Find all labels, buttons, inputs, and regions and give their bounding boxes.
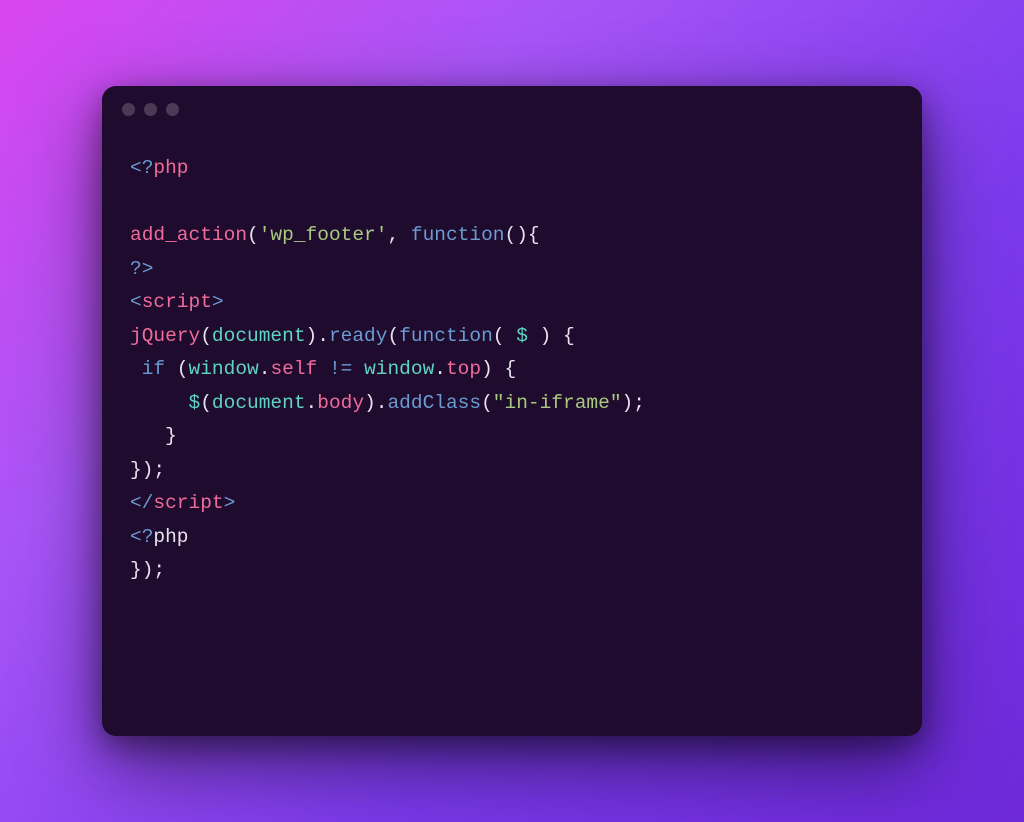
code-token: ?> (130, 258, 153, 280)
code-line (130, 186, 894, 220)
code-token: jQuery (130, 325, 200, 347)
code-token: document (212, 325, 306, 347)
code-token: self (270, 358, 317, 380)
code-token: php (153, 526, 188, 548)
traffic-light-close-icon[interactable] (122, 103, 135, 116)
code-token: script (142, 291, 212, 313)
code-window: <?php add_action('wp_footer', function()… (102, 86, 922, 736)
code-line: }); (130, 454, 894, 488)
code-token: <? (130, 526, 153, 548)
code-line: <?php (130, 521, 894, 555)
code-token: ( (493, 325, 516, 347)
code-token: 'wp_footer' (259, 224, 388, 246)
code-line: ?> (130, 253, 894, 287)
code-token: ). (364, 392, 387, 414)
code-token: function (411, 224, 505, 246)
code-token: ( (247, 224, 259, 246)
code-token: . (434, 358, 446, 380)
code-token: ); (622, 392, 645, 414)
code-token: (){ (505, 224, 540, 246)
code-token: . (259, 358, 271, 380)
code-token: function (399, 325, 493, 347)
code-token: window (364, 358, 434, 380)
code-token: . (306, 392, 318, 414)
code-line: }); (130, 554, 894, 588)
code-token: }); (130, 559, 165, 581)
code-token: ( (481, 392, 493, 414)
code-token: body (317, 392, 364, 414)
code-token: }); (130, 459, 165, 481)
code-token: </ (130, 492, 153, 514)
code-token: ( (200, 392, 212, 414)
code-line: } (130, 420, 894, 454)
code-token: > (212, 291, 224, 313)
code-line: $(document.body).addClass("in-iframe"); (130, 387, 894, 421)
code-token: addClass (387, 392, 481, 414)
code-token: } (130, 425, 177, 447)
code-line: <script> (130, 286, 894, 320)
code-line: if (window.self != window.top) { (130, 353, 894, 387)
code-token: $ (189, 392, 201, 414)
code-token (317, 358, 329, 380)
code-token: ). (306, 325, 329, 347)
traffic-light-minimize-icon[interactable] (144, 103, 157, 116)
code-token: != (329, 358, 352, 380)
code-token: document (212, 392, 306, 414)
code-token: , (387, 224, 410, 246)
code-token: ) { (481, 358, 516, 380)
code-token: ( (165, 358, 188, 380)
code-token: ( (200, 325, 212, 347)
code-token: if (142, 358, 165, 380)
code-line: </script> (130, 487, 894, 521)
code-editor[interactable]: <?php add_action('wp_footer', function()… (102, 132, 922, 736)
code-token: ready (329, 325, 388, 347)
code-token: add_action (130, 224, 247, 246)
traffic-light-zoom-icon[interactable] (166, 103, 179, 116)
code-token: ) { (528, 325, 575, 347)
code-token: < (130, 291, 142, 313)
code-line: <?php (130, 152, 894, 186)
code-token: script (153, 492, 223, 514)
code-token: > (224, 492, 236, 514)
code-token: $ (516, 325, 528, 347)
code-token (130, 358, 142, 380)
code-line: add_action('wp_footer', function(){ (130, 219, 894, 253)
code-token: php (153, 157, 188, 179)
code-token: window (189, 358, 259, 380)
code-token: "in-iframe" (493, 392, 622, 414)
code-token: ( (387, 325, 399, 347)
code-token: <? (130, 157, 153, 179)
code-token: top (446, 358, 481, 380)
code-token (352, 358, 364, 380)
code-line: jQuery(document).ready(function( $ ) { (130, 320, 894, 354)
code-token (130, 392, 189, 414)
window-titlebar (102, 86, 922, 132)
